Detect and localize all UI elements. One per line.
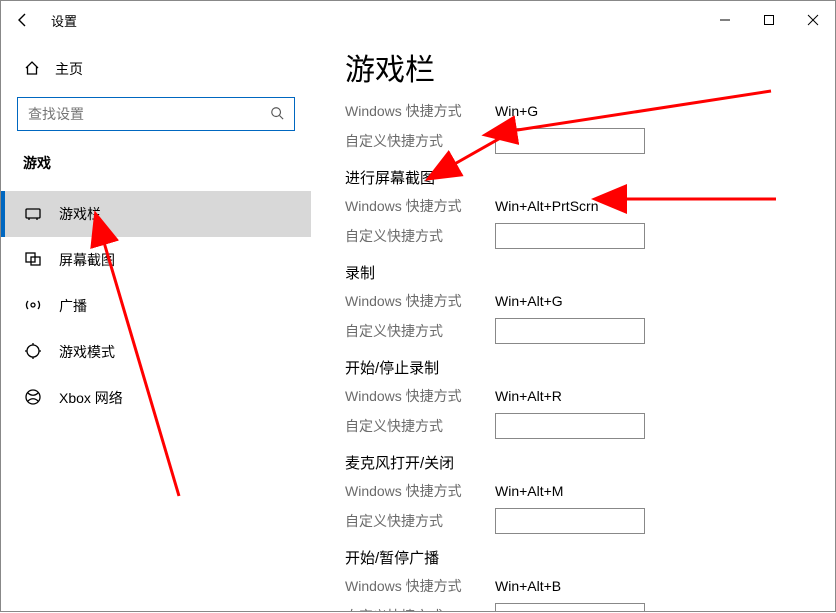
shortcut-row: 自定义快捷方式 (345, 315, 835, 345)
win-shortcut-value: Win+Alt+M (495, 483, 563, 499)
win-shortcut-label: Windows 快捷方式 (345, 291, 495, 311)
custom-shortcut-input[interactable] (495, 508, 645, 534)
shortcut-row: Windows 快捷方式 Win+Alt+B (345, 570, 835, 600)
shortcut-row: Windows 快捷方式 Win+G (345, 95, 835, 125)
sidebar-item-screenshot[interactable]: 屏幕截图 (1, 237, 311, 283)
custom-shortcut-label: 自定义快捷方式 (345, 226, 495, 246)
sidebar-item-gamemode[interactable]: 游戏模式 (1, 329, 311, 375)
window-title: 设置 (45, 11, 77, 30)
win-shortcut-label: Windows 快捷方式 (345, 196, 495, 216)
sidebar-item-label: 游戏栏 (59, 204, 101, 224)
search-input[interactable] (26, 105, 268, 123)
sidebar-item-label: Xbox 网络 (59, 388, 123, 408)
sidebar-nav: 游戏栏 屏幕截图 广播 (1, 191, 311, 421)
shortcut-row: Windows 快捷方式 Win+Alt+M (345, 475, 835, 505)
custom-shortcut-label: 自定义快捷方式 (345, 321, 495, 341)
title-bar: 设置 (1, 1, 835, 39)
win-shortcut-label: Windows 快捷方式 (345, 576, 495, 596)
main-content: 游戏栏 Windows 快捷方式 Win+G 自定义快捷方式 进行屏幕截图 Wi… (311, 39, 835, 611)
custom-shortcut-input[interactable] (495, 603, 645, 611)
shortcut-row: 自定义快捷方式 (345, 220, 835, 250)
win-shortcut-value: Win+Alt+PrtScrn (495, 198, 598, 214)
home-icon (23, 60, 41, 79)
gamebar-icon (23, 204, 43, 225)
win-shortcut-value: Win+Alt+R (495, 388, 562, 404)
win-shortcut-value: Win+Alt+G (495, 293, 563, 309)
win-shortcut-label: Windows 快捷方式 (345, 386, 495, 406)
sidebar-home[interactable]: 主页 (1, 49, 311, 89)
shortcut-row: 自定义快捷方式 (345, 125, 835, 155)
custom-shortcut-input[interactable] (495, 318, 645, 344)
minimize-button[interactable] (703, 3, 747, 37)
sidebar-item-label: 屏幕截图 (59, 250, 115, 270)
shortcut-section-head: 开始/停止录制 (345, 345, 835, 380)
shortcut-section-head: 开始/暂停广播 (345, 535, 835, 570)
back-button[interactable] (1, 1, 45, 39)
shortcut-row: Windows 快捷方式 Win+Alt+R (345, 380, 835, 410)
custom-shortcut-label: 自定义快捷方式 (345, 511, 495, 531)
shortcut-row: 自定义快捷方式 (345, 410, 835, 440)
sidebar-item-label: 游戏模式 (59, 342, 115, 362)
sidebar: 主页 游戏 游戏栏 (1, 39, 311, 611)
custom-shortcut-input[interactable] (495, 413, 645, 439)
shortcut-section-head: 录制 (345, 250, 835, 285)
xbox-icon (23, 388, 43, 409)
win-shortcut-label: Windows 快捷方式 (345, 101, 495, 121)
win-shortcut-label: Windows 快捷方式 (345, 481, 495, 501)
custom-shortcut-input[interactable] (495, 223, 645, 249)
sidebar-item-broadcast[interactable]: 广播 (1, 283, 311, 329)
custom-shortcut-input[interactable] (495, 128, 645, 154)
shortcut-section-head: 麦克风打开/关闭 (345, 440, 835, 475)
page-title: 游戏栏 (345, 45, 835, 89)
win-shortcut-value: Win+G (495, 103, 538, 119)
close-button[interactable] (791, 3, 835, 37)
custom-shortcut-label: 自定义快捷方式 (345, 416, 495, 436)
sidebar-item-xbox[interactable]: Xbox 网络 (1, 375, 311, 421)
shortcut-row: 自定义快捷方式 (345, 600, 835, 611)
search-icon (268, 106, 286, 123)
broadcast-icon (23, 296, 43, 317)
gamemode-icon (23, 342, 43, 363)
custom-shortcut-label: 自定义快捷方式 (345, 606, 495, 611)
shortcut-row: Windows 快捷方式 Win+Alt+PrtScrn (345, 190, 835, 220)
sidebar-group-label: 游戏 (1, 131, 311, 177)
shortcut-section-head: 进行屏幕截图 (345, 155, 835, 190)
sidebar-home-label: 主页 (55, 59, 83, 79)
sidebar-item-gamebar[interactable]: 游戏栏 (1, 191, 311, 237)
maximize-button[interactable] (747, 3, 791, 37)
win-shortcut-value: Win+Alt+B (495, 578, 561, 594)
custom-shortcut-label: 自定义快捷方式 (345, 131, 495, 151)
shortcut-rows: Windows 快捷方式 Win+G 自定义快捷方式 进行屏幕截图 Window… (345, 95, 835, 611)
window-controls (703, 3, 835, 37)
sidebar-item-label: 广播 (59, 296, 87, 316)
screenshot-icon (23, 250, 43, 271)
shortcut-row: 自定义快捷方式 (345, 505, 835, 535)
search-box[interactable] (17, 97, 295, 131)
shortcut-row: Windows 快捷方式 Win+Alt+G (345, 285, 835, 315)
